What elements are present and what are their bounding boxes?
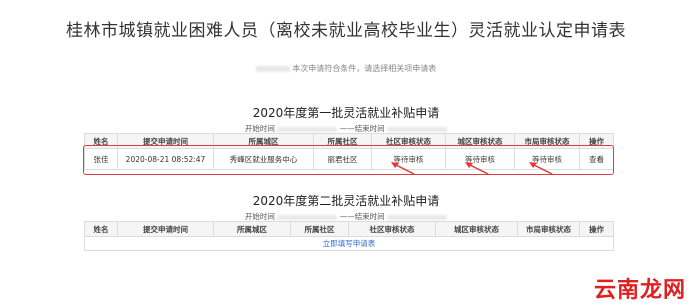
notice-label: 本次申请符合条件，请选择相关项申请表 — [292, 64, 437, 73]
redacted-end-time — [387, 126, 448, 132]
fill-link-cell: 立即填写申请表 — [84, 236, 614, 251]
table-header-row: 姓名 提交申请时间 所属城区 所属社区 社区审核状态 城区审核状态 市局审核状态… — [84, 221, 614, 237]
section2-title: 2020年度第二批灵活就业补贴申请 — [252, 194, 440, 208]
header-district: 所属城区 — [213, 221, 291, 237]
redacted-text — [255, 65, 290, 72]
header-community-status: 社区审核状态 — [348, 221, 436, 237]
start-time-label: 开始时间 — [244, 124, 275, 133]
notice-text: 本次申请符合条件，请选择相关项申请表 — [0, 63, 692, 74]
redacted-start-time — [277, 126, 338, 132]
header-city-status: 市局审核状态 — [517, 221, 580, 237]
annotation-arrow-icon — [529, 162, 553, 175]
watermark-logo: 云南龙网 — [593, 278, 686, 303]
fill-application-link[interactable]: 立即填写申请表 — [323, 238, 376, 249]
start-time-label: 开始时间 — [244, 212, 275, 221]
end-time-label: ——结束时间 — [339, 212, 385, 221]
annotation-arrow-icon — [391, 162, 415, 175]
redacted-start-time — [277, 214, 338, 220]
header-name: 姓名 — [84, 221, 118, 237]
annotation-arrow-icon — [465, 162, 489, 175]
end-time-label: ——结束时间 — [339, 124, 385, 133]
header-community: 所属社区 — [290, 221, 349, 237]
redacted-end-time — [387, 214, 448, 220]
header-district-status: 城区审核状态 — [435, 221, 518, 237]
section2-table: 姓名 提交申请时间 所属城区 所属社区 社区审核状态 城区审核状态 市局审核状态… — [84, 221, 614, 251]
table-row: 立即填写申请表 — [84, 236, 614, 251]
header-action: 操作 — [579, 221, 614, 237]
header-submit-time: 提交申请时间 — [117, 221, 214, 237]
section1-title: 2020年度第一批灵活就业补贴申请 — [252, 106, 440, 120]
page-title: 桂林市城镇就业困难人员（离校未就业高校毕业生）灵活就业认定申请表 — [66, 21, 626, 41]
